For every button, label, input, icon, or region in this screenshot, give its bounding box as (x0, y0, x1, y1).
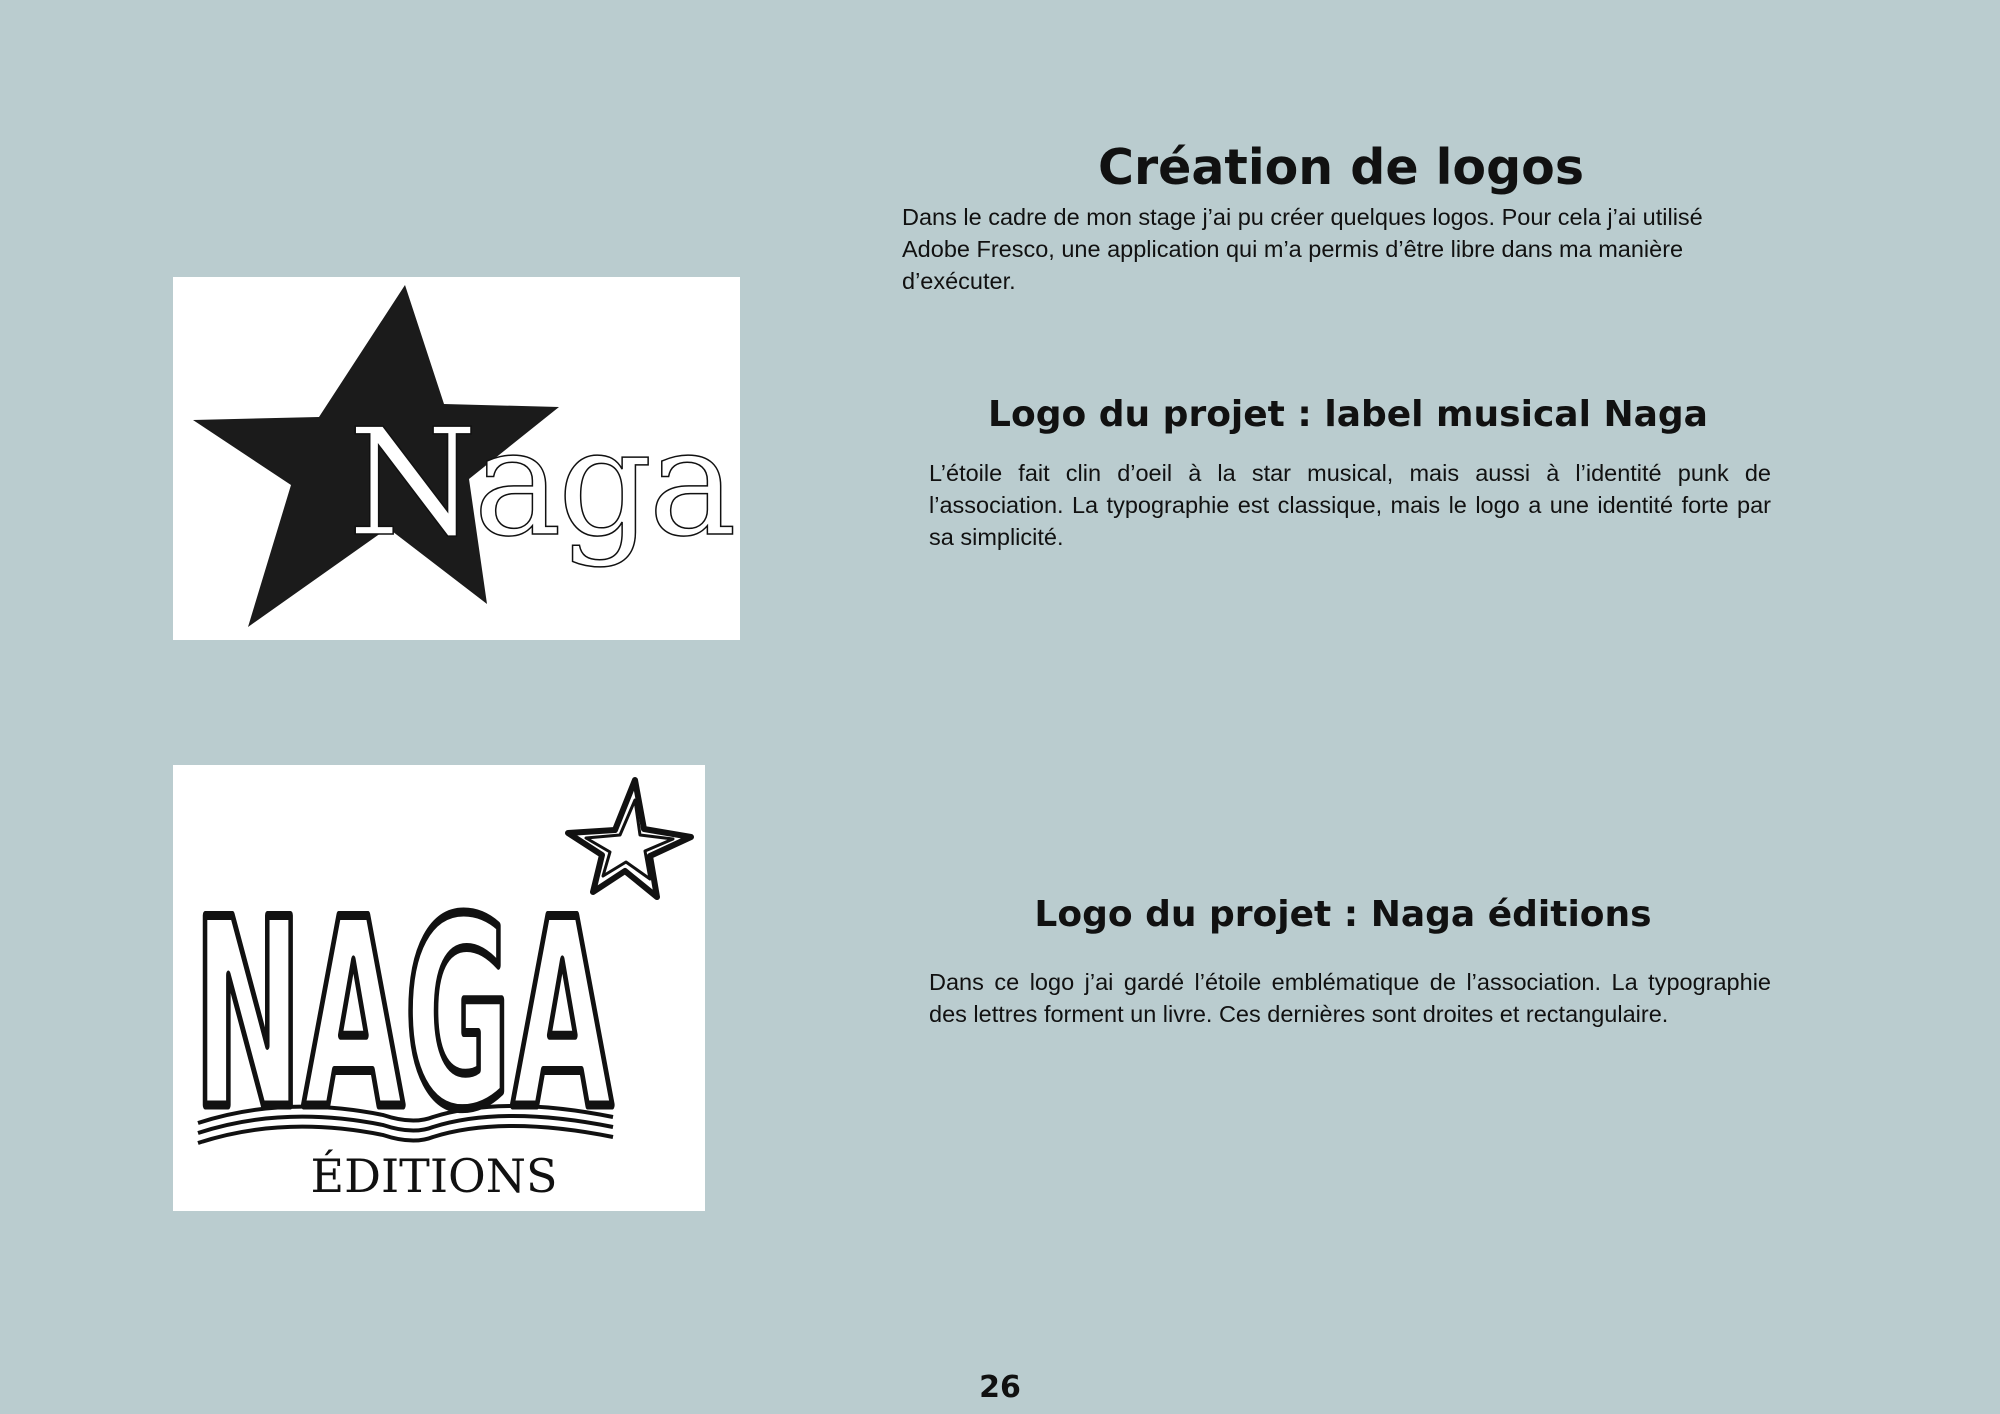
section-title-naga-editions: Logo du projet : Naga éditions (1034, 894, 1652, 935)
naga-editions-logo: NAGA ÉDITIONS (173, 765, 705, 1211)
intro-paragraph: Dans le cadre de mon stage j’ai pu créer… (902, 204, 1703, 294)
section-text-naga-label: L’étoile fait clin d’oeil à la star musi… (929, 460, 1771, 550)
page-title: Création de logos (1098, 139, 1584, 196)
logo-wordmark-naga: NAGA (193, 865, 614, 1167)
section-text-naga-editions: Dans ce logo j’ai gardé l’étoile embléma… (929, 969, 1771, 1027)
naga-label-logo: Naga (173, 277, 740, 640)
section-title-naga-label: Logo du projet : label musical Naga (988, 394, 1708, 435)
logo-subtitle: ÉDITIONS (311, 1148, 558, 1203)
page-number: 26 (979, 1370, 1021, 1405)
logo-wordmark: Naga (348, 397, 733, 569)
